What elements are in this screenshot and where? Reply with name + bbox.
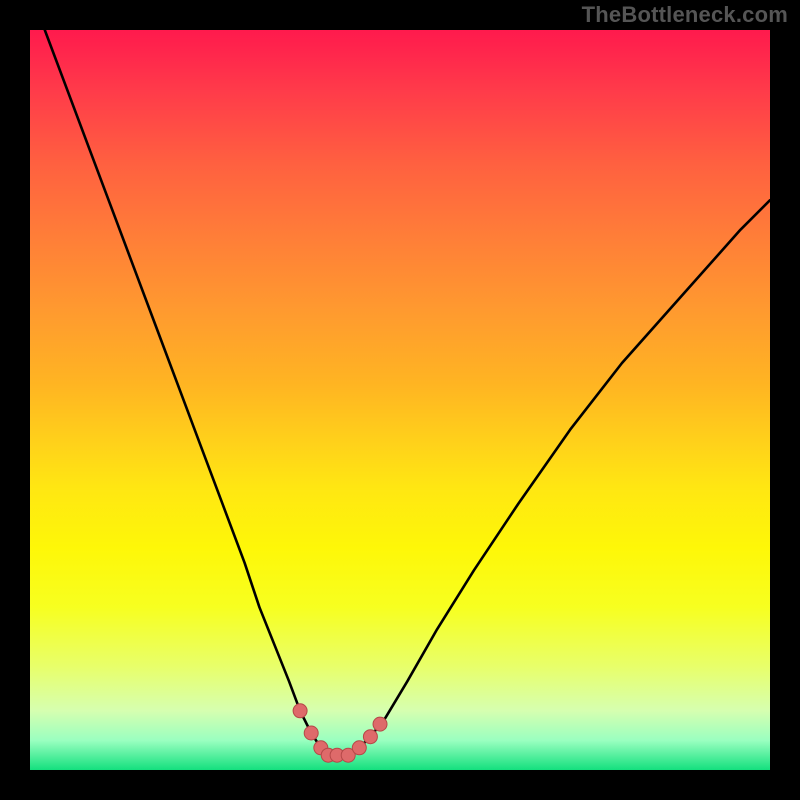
- curve-marker-dot: [352, 741, 366, 755]
- curve-marker-dot: [363, 730, 377, 744]
- bottleneck-curve-line: [45, 30, 770, 755]
- chart-frame: TheBottleneck.com: [0, 0, 800, 800]
- bottleneck-curve-svg: [30, 30, 770, 770]
- curve-marker-dot: [293, 704, 307, 718]
- attribution-text: TheBottleneck.com: [582, 2, 788, 28]
- curve-marker-dot: [373, 717, 387, 731]
- bottom-marker-group: [293, 704, 387, 762]
- plot-area: [30, 30, 770, 770]
- curve-marker-dot: [304, 726, 318, 740]
